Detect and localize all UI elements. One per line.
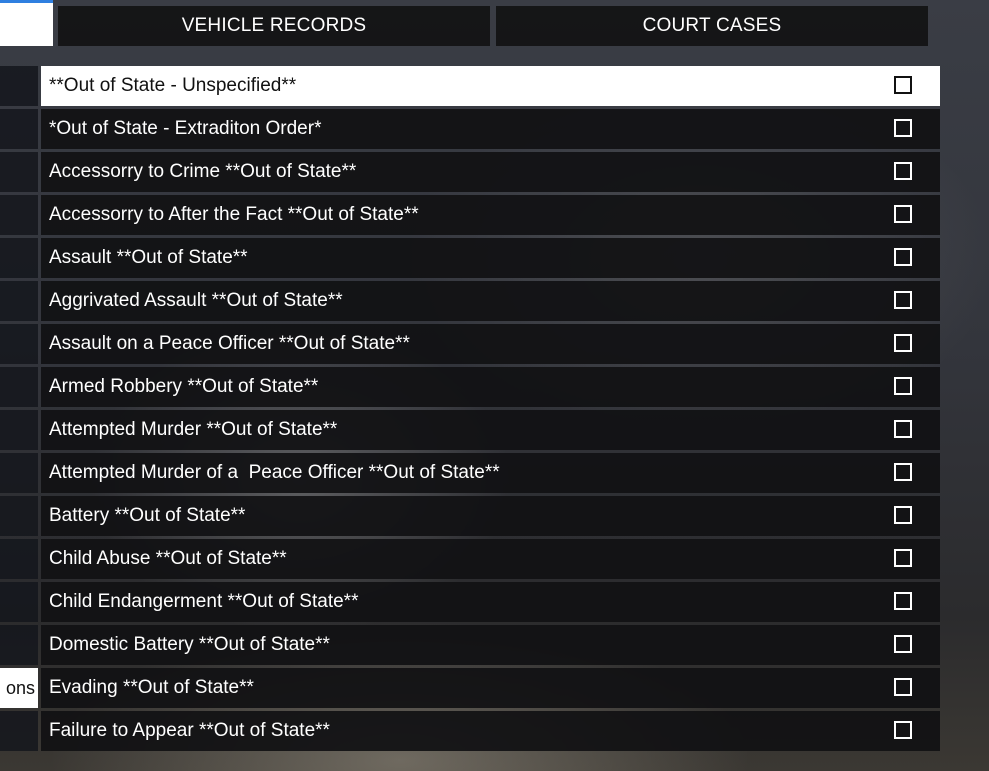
charge-label: Armed Robbery **Out of State**	[49, 376, 319, 397]
active-nav-tab[interactable]	[0, 0, 53, 46]
charge-row[interactable]: Attempted Murder **Out of State**	[41, 410, 940, 450]
charge-row[interactable]: *Out of State - Extraditon Order*	[41, 109, 940, 149]
charge-checkbox[interactable]	[894, 506, 912, 524]
charge-row[interactable]: Assault **Out of State**	[41, 238, 940, 278]
charge-row[interactable]: Attempted Murder of a Peace Officer **Ou…	[41, 453, 940, 493]
charge-checkbox[interactable]	[894, 635, 912, 653]
side-panel-item[interactable]	[0, 195, 38, 235]
charge-label: Failure to Appear **Out of State**	[49, 720, 330, 741]
charge-label: *Out of State - Extraditon Order*	[49, 118, 322, 139]
charge-checkbox[interactable]	[894, 377, 912, 395]
top-navigation: VEHICLE RECORDS COURT CASES	[0, 0, 989, 46]
side-panel-item[interactable]	[0, 453, 38, 493]
charge-row[interactable]: Assault on a Peace Officer **Out of Stat…	[41, 324, 940, 364]
side-panel-item-active[interactable]: ons	[0, 668, 38, 708]
charge-row[interactable]: Aggrivated Assault **Out of State**	[41, 281, 940, 321]
charge-checkbox[interactable]	[894, 420, 912, 438]
charge-list: **Out of State - Unspecified** *Out of St…	[41, 66, 940, 754]
charge-label: Child Abuse **Out of State**	[49, 548, 287, 569]
charge-checkbox[interactable]	[894, 678, 912, 696]
charge-row[interactable]: **Out of State - Unspecified**	[41, 66, 940, 106]
charge-checkbox[interactable]	[894, 549, 912, 567]
side-panel-item[interactable]	[0, 711, 38, 751]
side-panel-item[interactable]	[0, 625, 38, 665]
side-panel-item[interactable]	[0, 281, 38, 321]
charge-label: Assault **Out of State**	[49, 247, 248, 268]
charge-label: Aggrivated Assault **Out of State**	[49, 290, 343, 311]
charge-checkbox[interactable]	[894, 334, 912, 352]
charge-label: Attempted Murder of a Peace Officer **Ou…	[49, 462, 500, 483]
tab-court-cases[interactable]: COURT CASES	[496, 6, 928, 46]
charge-row[interactable]: Evading **Out of State**	[41, 668, 940, 708]
side-panel-item[interactable]	[0, 367, 38, 407]
charge-label: Assault on a Peace Officer **Out of Stat…	[49, 333, 410, 354]
charge-checkbox[interactable]	[894, 721, 912, 739]
charge-label: Child Endangerment **Out of State**	[49, 591, 359, 612]
charge-label: Attempted Murder **Out of State**	[49, 419, 338, 440]
side-panel-item[interactable]	[0, 66, 38, 106]
charge-checkbox[interactable]	[894, 205, 912, 223]
charge-label: Accessorry to After the Fact **Out of St…	[49, 204, 419, 225]
side-panel-item[interactable]	[0, 152, 38, 192]
charge-row[interactable]: Accessorry to Crime **Out of State**	[41, 152, 940, 192]
charge-label: Accessorry to Crime **Out of State**	[49, 161, 357, 182]
charge-checkbox[interactable]	[894, 463, 912, 481]
charge-checkbox[interactable]	[894, 119, 912, 137]
charge-label: Domestic Battery **Out of State**	[49, 634, 330, 655]
charge-row[interactable]: Armed Robbery **Out of State**	[41, 367, 940, 407]
side-panel-item[interactable]	[0, 582, 38, 622]
charge-row[interactable]: Child Abuse **Out of State**	[41, 539, 940, 579]
side-panel-item[interactable]	[0, 410, 38, 450]
charge-row[interactable]: Child Endangerment **Out of State**	[41, 582, 940, 622]
charge-checkbox[interactable]	[894, 592, 912, 610]
charge-checkbox[interactable]	[894, 248, 912, 266]
side-panel-item[interactable]	[0, 238, 38, 278]
side-panel: ons	[0, 66, 38, 754]
charge-label: Evading **Out of State**	[49, 677, 254, 698]
tab-vehicle-records[interactable]: VEHICLE RECORDS	[58, 6, 490, 46]
charge-checkbox[interactable]	[894, 76, 912, 94]
side-panel-item[interactable]	[0, 496, 38, 536]
side-panel-item[interactable]	[0, 109, 38, 149]
side-panel-item[interactable]	[0, 539, 38, 579]
charge-label: Battery **Out of State**	[49, 505, 246, 526]
charge-row[interactable]: Failure to Appear **Out of State**	[41, 711, 940, 751]
side-panel-item[interactable]	[0, 324, 38, 364]
charge-checkbox[interactable]	[894, 162, 912, 180]
charge-row[interactable]: Domestic Battery **Out of State**	[41, 625, 940, 665]
charge-checkbox[interactable]	[894, 291, 912, 309]
charge-row[interactable]: Battery **Out of State**	[41, 496, 940, 536]
charge-label: **Out of State - Unspecified**	[49, 75, 297, 96]
charge-row[interactable]: Accessorry to After the Fact **Out of St…	[41, 195, 940, 235]
